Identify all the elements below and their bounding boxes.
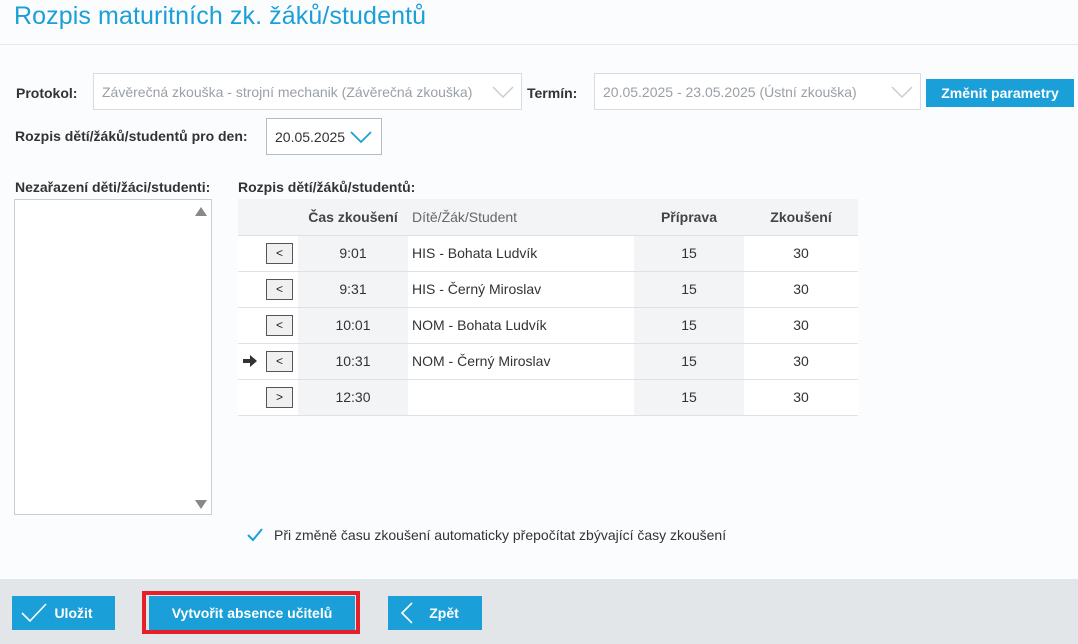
exam-cell[interactable]: 30 — [744, 379, 858, 416]
move-cell: < — [238, 343, 298, 380]
move-cell: > — [238, 379, 298, 416]
schedule-label: Rozpis dětí/žáků/studentů: — [238, 179, 416, 195]
day-select[interactable]: 20.05.2025 — [266, 118, 382, 155]
recalc-checkbox[interactable]: Při změně času zkoušení automaticky přep… — [247, 527, 726, 543]
move-row-button[interactable]: < — [266, 278, 293, 300]
student-cell: HIS - Černý Miroslav — [408, 271, 634, 308]
exam-cell[interactable]: 30 — [744, 271, 858, 308]
recalc-label: Při změně času zkoušení automaticky přep… — [274, 527, 727, 543]
back-label: Zpět — [429, 605, 459, 621]
time-cell[interactable]: 10:01 — [298, 307, 408, 344]
protokol-value: Závěrečná zkouška - strojní mechanik (Zá… — [102, 84, 473, 100]
row-pointer-icon — [243, 354, 257, 367]
column-header-exam: Zkoušení — [744, 199, 858, 236]
title-divider — [0, 44, 1078, 45]
column-header-prep: Příprava — [634, 199, 744, 236]
column-header-time: Čas zkoušení — [298, 199, 408, 236]
save-button[interactable]: Uložit — [12, 596, 115, 630]
exam-cell[interactable]: 30 — [744, 235, 858, 272]
student-cell: HIS - Bohata Ludvík — [408, 235, 634, 272]
time-cell[interactable]: 9:01 — [298, 235, 408, 272]
scroll-down-arrow-icon[interactable] — [195, 500, 207, 509]
termin-select[interactable]: 20.05.2025 - 23.05.2025 (Ústní zkouška) — [594, 73, 921, 110]
exam-cell[interactable]: 30 — [744, 307, 858, 344]
table-row: <9:31 HIS - Černý Miroslav 15 30 — [238, 271, 858, 308]
move-cell: < — [238, 271, 298, 308]
checkmark-icon — [21, 603, 47, 623]
checkmark-icon — [247, 528, 263, 542]
protokol-select[interactable]: Závěrečná zkouška - strojní mechanik (Zá… — [93, 73, 522, 110]
column-header-move — [238, 199, 298, 236]
unassigned-listbox[interactable] — [14, 199, 212, 515]
move-cell: < — [238, 307, 298, 344]
time-cell[interactable]: 10:31 — [298, 343, 408, 380]
student-cell: NOM - Bohata Ludvík — [408, 307, 634, 344]
chevron-down-icon — [492, 86, 514, 99]
prep-cell[interactable]: 15 — [634, 343, 744, 380]
move-cell: < — [238, 235, 298, 272]
move-row-button[interactable]: > — [266, 386, 293, 408]
table-row: <9:01 HIS - Bohata Ludvík 15 30 — [238, 235, 858, 272]
unassigned-label: Nezařazení děti/žáci/studenti: — [15, 179, 211, 195]
time-cell[interactable]: 9:31 — [298, 271, 408, 308]
move-row-button[interactable]: < — [266, 314, 293, 336]
termin-label: Termín: — [527, 85, 578, 101]
scroll-up-arrow-icon[interactable] — [195, 207, 207, 216]
chevron-down-icon — [891, 86, 913, 99]
page-title: Rozpis maturitních zk. žáků/studentů — [14, 2, 427, 30]
prep-cell[interactable]: 15 — [634, 235, 744, 272]
back-button[interactable]: Zpět — [388, 596, 482, 630]
schedule-table: Čas zkoušení Dítě/Žák/Student Příprava Z… — [238, 199, 858, 416]
table-row: <10:01 NOM - Bohata Ludvík 15 30 — [238, 307, 858, 344]
termin-value: 20.05.2025 - 23.05.2025 (Ústní zkouška) — [603, 84, 857, 100]
day-value: 20.05.2025 — [275, 129, 346, 145]
student-cell — [408, 379, 634, 416]
change-parameters-button[interactable]: Změnit parametry — [926, 79, 1074, 107]
table-row: <10:31 NOM - Černý Miroslav 15 30 — [238, 343, 858, 380]
table-row: >12:30 15 30 — [238, 379, 858, 416]
column-header-student[interactable]: Dítě/Žák/Student — [408, 199, 634, 236]
move-row-button[interactable]: < — [266, 350, 293, 372]
time-cell[interactable]: 12:30 — [298, 379, 408, 416]
prep-cell[interactable]: 15 — [634, 307, 744, 344]
chevron-down-icon — [350, 131, 372, 144]
save-label: Uložit — [54, 605, 93, 621]
move-row-button[interactable]: < — [266, 242, 293, 264]
chevron-left-icon — [400, 602, 413, 624]
day-label: Rozpis dětí/žáků/studentů pro den: — [15, 128, 248, 144]
schedule-header-row: Čas zkoušení Dítě/Žák/Student Příprava Z… — [238, 199, 858, 236]
prep-cell[interactable]: 15 — [634, 379, 744, 416]
prep-cell[interactable]: 15 — [634, 271, 744, 308]
student-cell: NOM - Černý Miroslav — [408, 343, 634, 380]
highlight-frame — [142, 591, 360, 634]
protokol-label: Protokol: — [16, 85, 78, 101]
exam-cell[interactable]: 30 — [744, 343, 858, 380]
